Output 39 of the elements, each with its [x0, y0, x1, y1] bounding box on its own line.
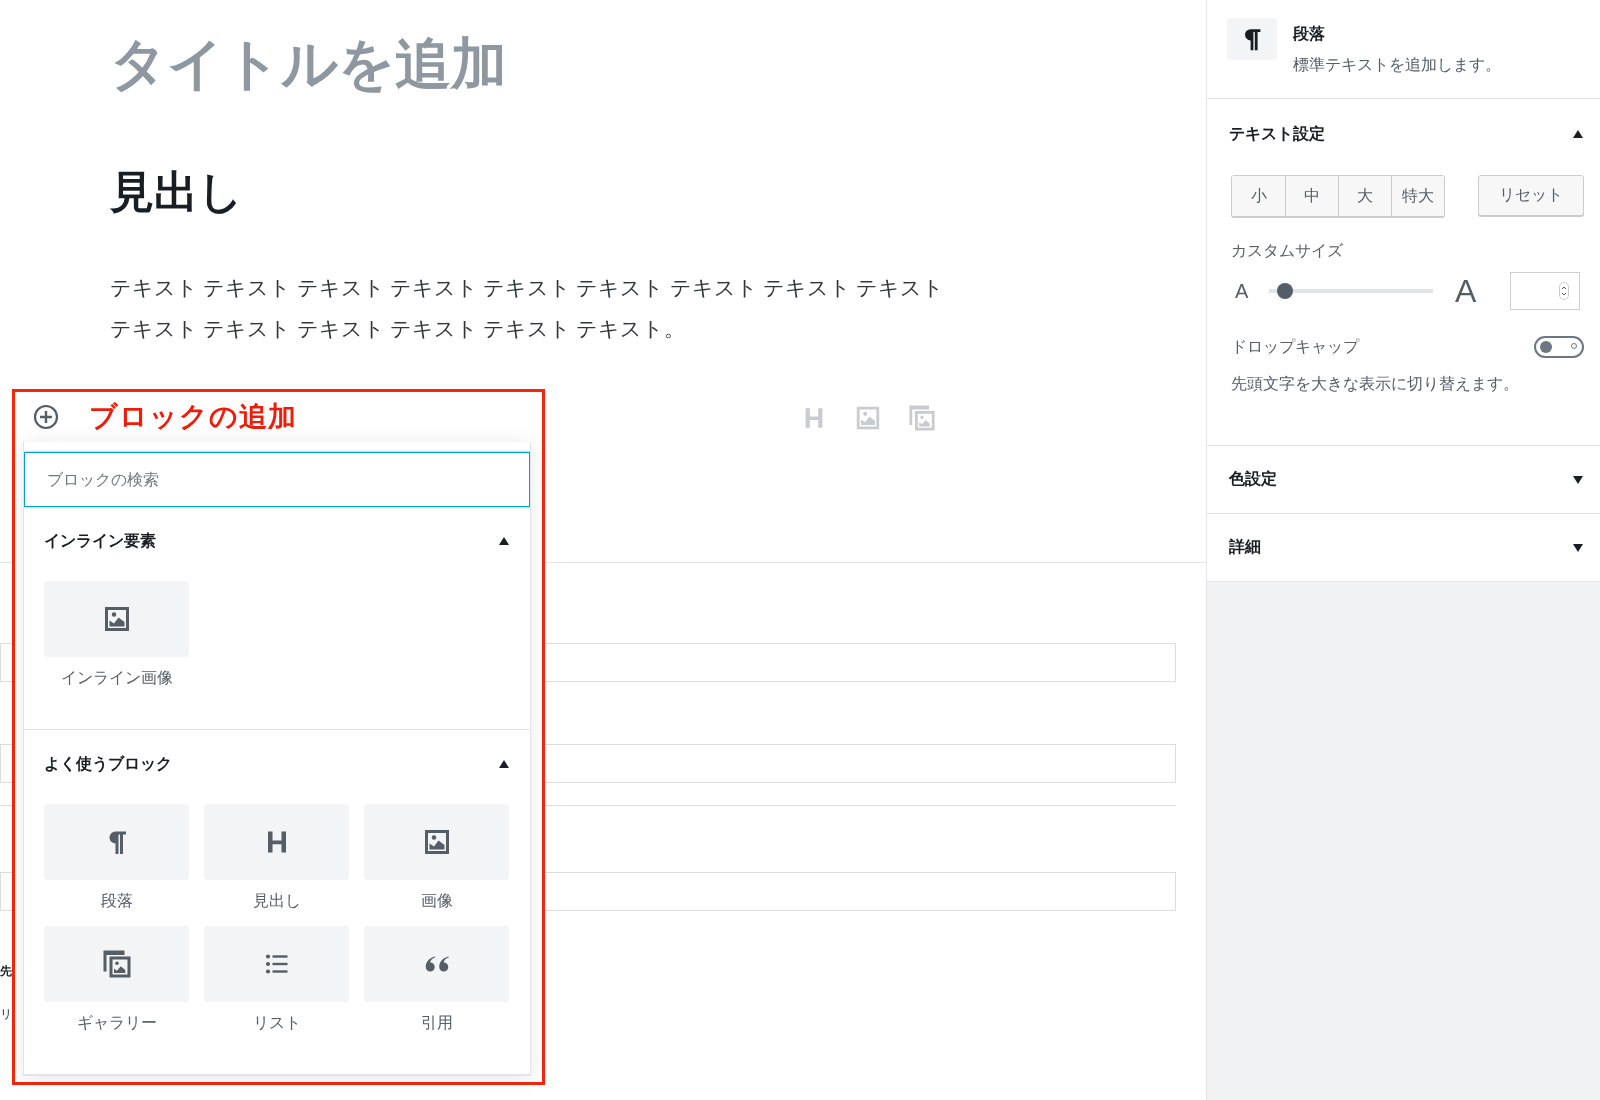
gallery-icon	[101, 949, 132, 979]
panel-title[interactable]: テキスト設定	[1229, 123, 1325, 145]
number-field[interactable]	[1510, 272, 1580, 310]
block-item[interactable]: 見出し	[204, 804, 349, 912]
block-item[interactable]: 画像	[364, 804, 509, 912]
annotation-label: ブロックの追加	[89, 400, 297, 434]
expand-icon[interactable]	[1572, 542, 1584, 553]
block-item[interactable]: 段落	[44, 804, 189, 912]
field-label: 先	[0, 962, 12, 980]
block-item[interactable]: インライン画像	[44, 581, 189, 689]
paragraph-text: テキスト テキスト テキスト テキスト テキスト テキスト テキスト テキスト テキストテキスト テキスト テキスト テキスト テキスト テキスト。	[110, 274, 945, 343]
panel-title[interactable]: 詳細	[1229, 537, 1261, 558]
collapse-icon[interactable]	[1572, 129, 1584, 139]
drop-cap-label: ドロップキャップ	[1231, 336, 1359, 357]
spinner-icon[interactable]	[1559, 282, 1569, 300]
block-item[interactable]: ギャラリー	[44, 926, 189, 1034]
reset-button[interactable]: リセット	[1478, 175, 1584, 216]
collapse-icon[interactable]	[498, 536, 510, 546]
block-item[interactable]: 引用	[364, 926, 509, 1034]
custom-size-label: カスタムサイズ	[1231, 241, 1344, 261]
block-name: 段落	[1293, 24, 1326, 44]
heading-text: 見出し	[110, 166, 244, 219]
add-block-icon[interactable]	[33, 404, 59, 430]
gallery-icon	[908, 403, 936, 432]
slider-thumb[interactable]	[1277, 283, 1294, 299]
expand-icon[interactable]	[1572, 474, 1584, 485]
search-field[interactable]: ブロックの検索	[24, 452, 530, 507]
field-label: リ	[0, 1005, 12, 1023]
small-size-label: A	[1234, 279, 1250, 303]
section-title[interactable]: インライン要素	[44, 530, 156, 552]
section-title[interactable]: よく使うブロック	[44, 753, 172, 775]
collapse-icon[interactable]	[498, 759, 510, 769]
large-size-label: A	[1455, 272, 1478, 310]
size-button[interactable]: 特大	[1391, 176, 1444, 216]
toggle-switch[interactable]	[1534, 336, 1584, 358]
panel-title[interactable]: 色設定	[1229, 469, 1277, 490]
block-description: 標準テキストを追加します。	[1293, 55, 1501, 75]
help-text: 先頭文字を大きな表示に切り替えます。	[1231, 374, 1520, 394]
block-item[interactable]: リスト	[204, 926, 349, 1034]
